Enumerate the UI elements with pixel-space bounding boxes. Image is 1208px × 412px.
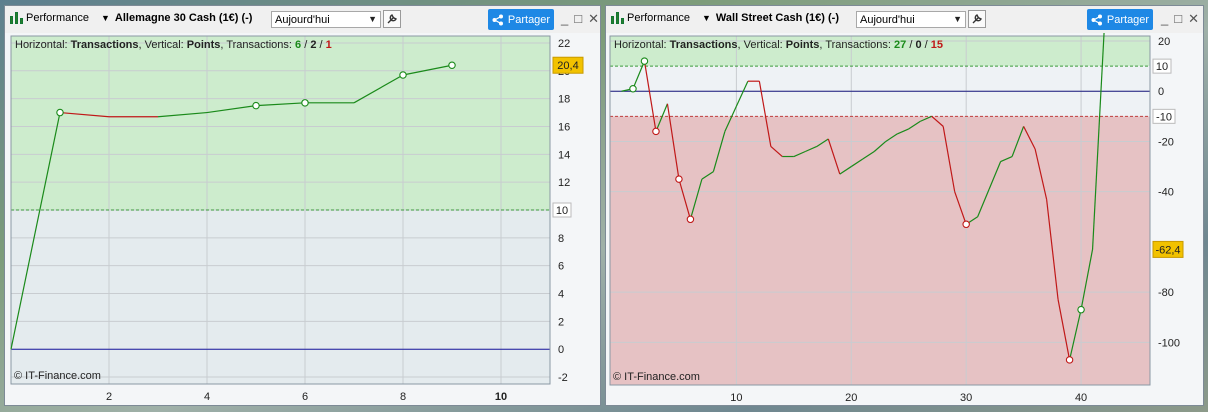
performance-label: Performance xyxy=(627,12,690,24)
share-button[interactable]: Partager xyxy=(1087,9,1153,30)
chart-toolbar: Performance ▼ Wall Street Cash (1€) (-) … xyxy=(606,6,1203,33)
y-tick-label: -100 xyxy=(1158,337,1180,349)
gain-zone xyxy=(11,36,550,210)
y-tick-label: -80 xyxy=(1158,287,1174,299)
minimize-icon[interactable]: _ xyxy=(1161,11,1174,26)
copyright-label: © IT-Finance.com xyxy=(14,370,101,382)
data-point xyxy=(1065,356,1074,364)
x-tick-label: 40 xyxy=(1075,392,1087,404)
data-point xyxy=(448,61,456,69)
y-tick-label: 22 xyxy=(558,38,570,50)
period-value: Aujourd'hui xyxy=(275,13,330,26)
close-icon[interactable]: ✕ xyxy=(1188,11,1205,26)
instrument-selector[interactable]: ▼ Allemagne 30 Cash (1€) (-) xyxy=(101,12,252,24)
chart-toolbar: Performance ▼ Allemagne 30 Cash (1€) (-)… xyxy=(5,6,600,33)
y-tick-label: 20 xyxy=(1158,36,1170,48)
y-tick-label: 18 xyxy=(558,94,570,106)
performance-selector[interactable]: Performance xyxy=(610,11,690,25)
data-point xyxy=(629,84,637,93)
performance-selector[interactable]: Performance xyxy=(9,11,89,25)
data-point xyxy=(962,220,970,229)
share-label: Partager xyxy=(1106,13,1150,26)
y-tick-label: 8 xyxy=(558,233,564,245)
x-tick-label: 2 xyxy=(106,391,112,403)
y-tick-label: -40 xyxy=(1158,187,1174,199)
x-tick-label: 10 xyxy=(495,391,507,403)
performance-chart: 246810-202468101214161820221020,4Horizon… xyxy=(5,33,600,405)
chevron-down-icon: ▼ xyxy=(368,14,377,24)
data-point xyxy=(301,99,309,107)
chart-info: Horizontal: Transactions, Vertical: Poin… xyxy=(614,39,943,51)
loss-zone xyxy=(610,116,1150,385)
dropdown-arrow-icon: ▼ xyxy=(101,13,110,23)
window-controls: _□✕ xyxy=(561,11,605,27)
x-tick-label: 30 xyxy=(960,392,972,404)
settings-button[interactable] xyxy=(383,10,401,28)
share-button[interactable]: Partager xyxy=(488,9,554,30)
last-value-label: -62,4 xyxy=(1155,244,1180,256)
maximize-icon[interactable]: □ xyxy=(1174,11,1188,26)
target-lower-label: -10 xyxy=(1156,111,1172,123)
candlestick-icon xyxy=(9,11,23,25)
x-tick-label: 4 xyxy=(204,391,210,403)
window-controls: _□✕ xyxy=(1161,11,1205,27)
period-select[interactable]: Aujourd'hui ▼ xyxy=(271,11,381,28)
share-label: Partager xyxy=(507,13,551,26)
data-point xyxy=(675,175,683,183)
maximize-icon[interactable]: □ xyxy=(574,11,588,26)
y-tick-label: 0 xyxy=(558,344,564,356)
x-tick-label: 20 xyxy=(845,392,857,404)
instrument-name: Allemagne 30 Cash (1€) (-) xyxy=(114,12,253,24)
data-point xyxy=(56,108,64,117)
minimize-icon[interactable]: _ xyxy=(561,11,574,26)
data-point xyxy=(399,71,407,79)
target-upper-label: 10 xyxy=(1156,61,1168,73)
data-point xyxy=(652,127,660,136)
close-icon[interactable]: ✕ xyxy=(588,11,605,26)
y-tick-label: 16 xyxy=(558,121,570,133)
neutral-zone xyxy=(11,210,550,384)
wrench-icon xyxy=(972,14,982,24)
y-tick-label: 12 xyxy=(558,177,570,189)
y-tick-label: 6 xyxy=(558,261,564,273)
share-icon xyxy=(492,14,503,25)
candlestick-icon xyxy=(610,11,624,25)
performance-chart: 10 20 30 40 20 0 -20 -40 -80 -100 10 -10 -62,4 Horizo… xyxy=(606,33,1203,405)
last-value-label: 20,4 xyxy=(557,60,578,72)
chevron-down-icon: ▼ xyxy=(953,14,962,24)
wrench-icon xyxy=(387,14,397,24)
target-upper-label: 10 xyxy=(556,205,568,217)
settings-button[interactable] xyxy=(968,10,986,28)
y-tick-label: 4 xyxy=(558,289,564,301)
chart-info: Horizontal: Transactions, Vertical: Poin… xyxy=(15,39,332,51)
dropdown-arrow-icon: ▼ xyxy=(702,13,711,23)
x-tick-label: 10 xyxy=(730,392,742,404)
x-tick-label: 6 xyxy=(302,391,308,403)
copyright-label: © IT-Finance.com xyxy=(613,371,700,383)
y-tick-label: 0 xyxy=(1158,86,1164,98)
y-tick-label: 2 xyxy=(558,316,564,328)
chart-window-wallstreet: Performance ▼ Wall Street Cash (1€) (-) … xyxy=(605,5,1204,406)
performance-label: Performance xyxy=(26,12,89,24)
data-point xyxy=(252,101,260,110)
y-tick-label: 14 xyxy=(558,149,570,161)
data-point xyxy=(640,57,649,65)
y-tick-label: -20 xyxy=(1158,136,1174,148)
instrument-name: Wall Street Cash (1€) (-) xyxy=(715,12,839,24)
period-select[interactable]: Aujourd'hui ▼ xyxy=(856,11,966,28)
share-icon xyxy=(1091,14,1102,25)
x-tick-label: 8 xyxy=(400,391,406,403)
instrument-selector[interactable]: ▼ Wall Street Cash (1€) (-) xyxy=(702,12,839,24)
data-point xyxy=(686,215,695,224)
period-value: Aujourd'hui xyxy=(860,13,915,26)
data-point xyxy=(1077,305,1085,314)
y-tick-label: -2 xyxy=(558,372,568,384)
chart-window-dax: Performance ▼ Allemagne 30 Cash (1€) (-)… xyxy=(4,5,601,406)
